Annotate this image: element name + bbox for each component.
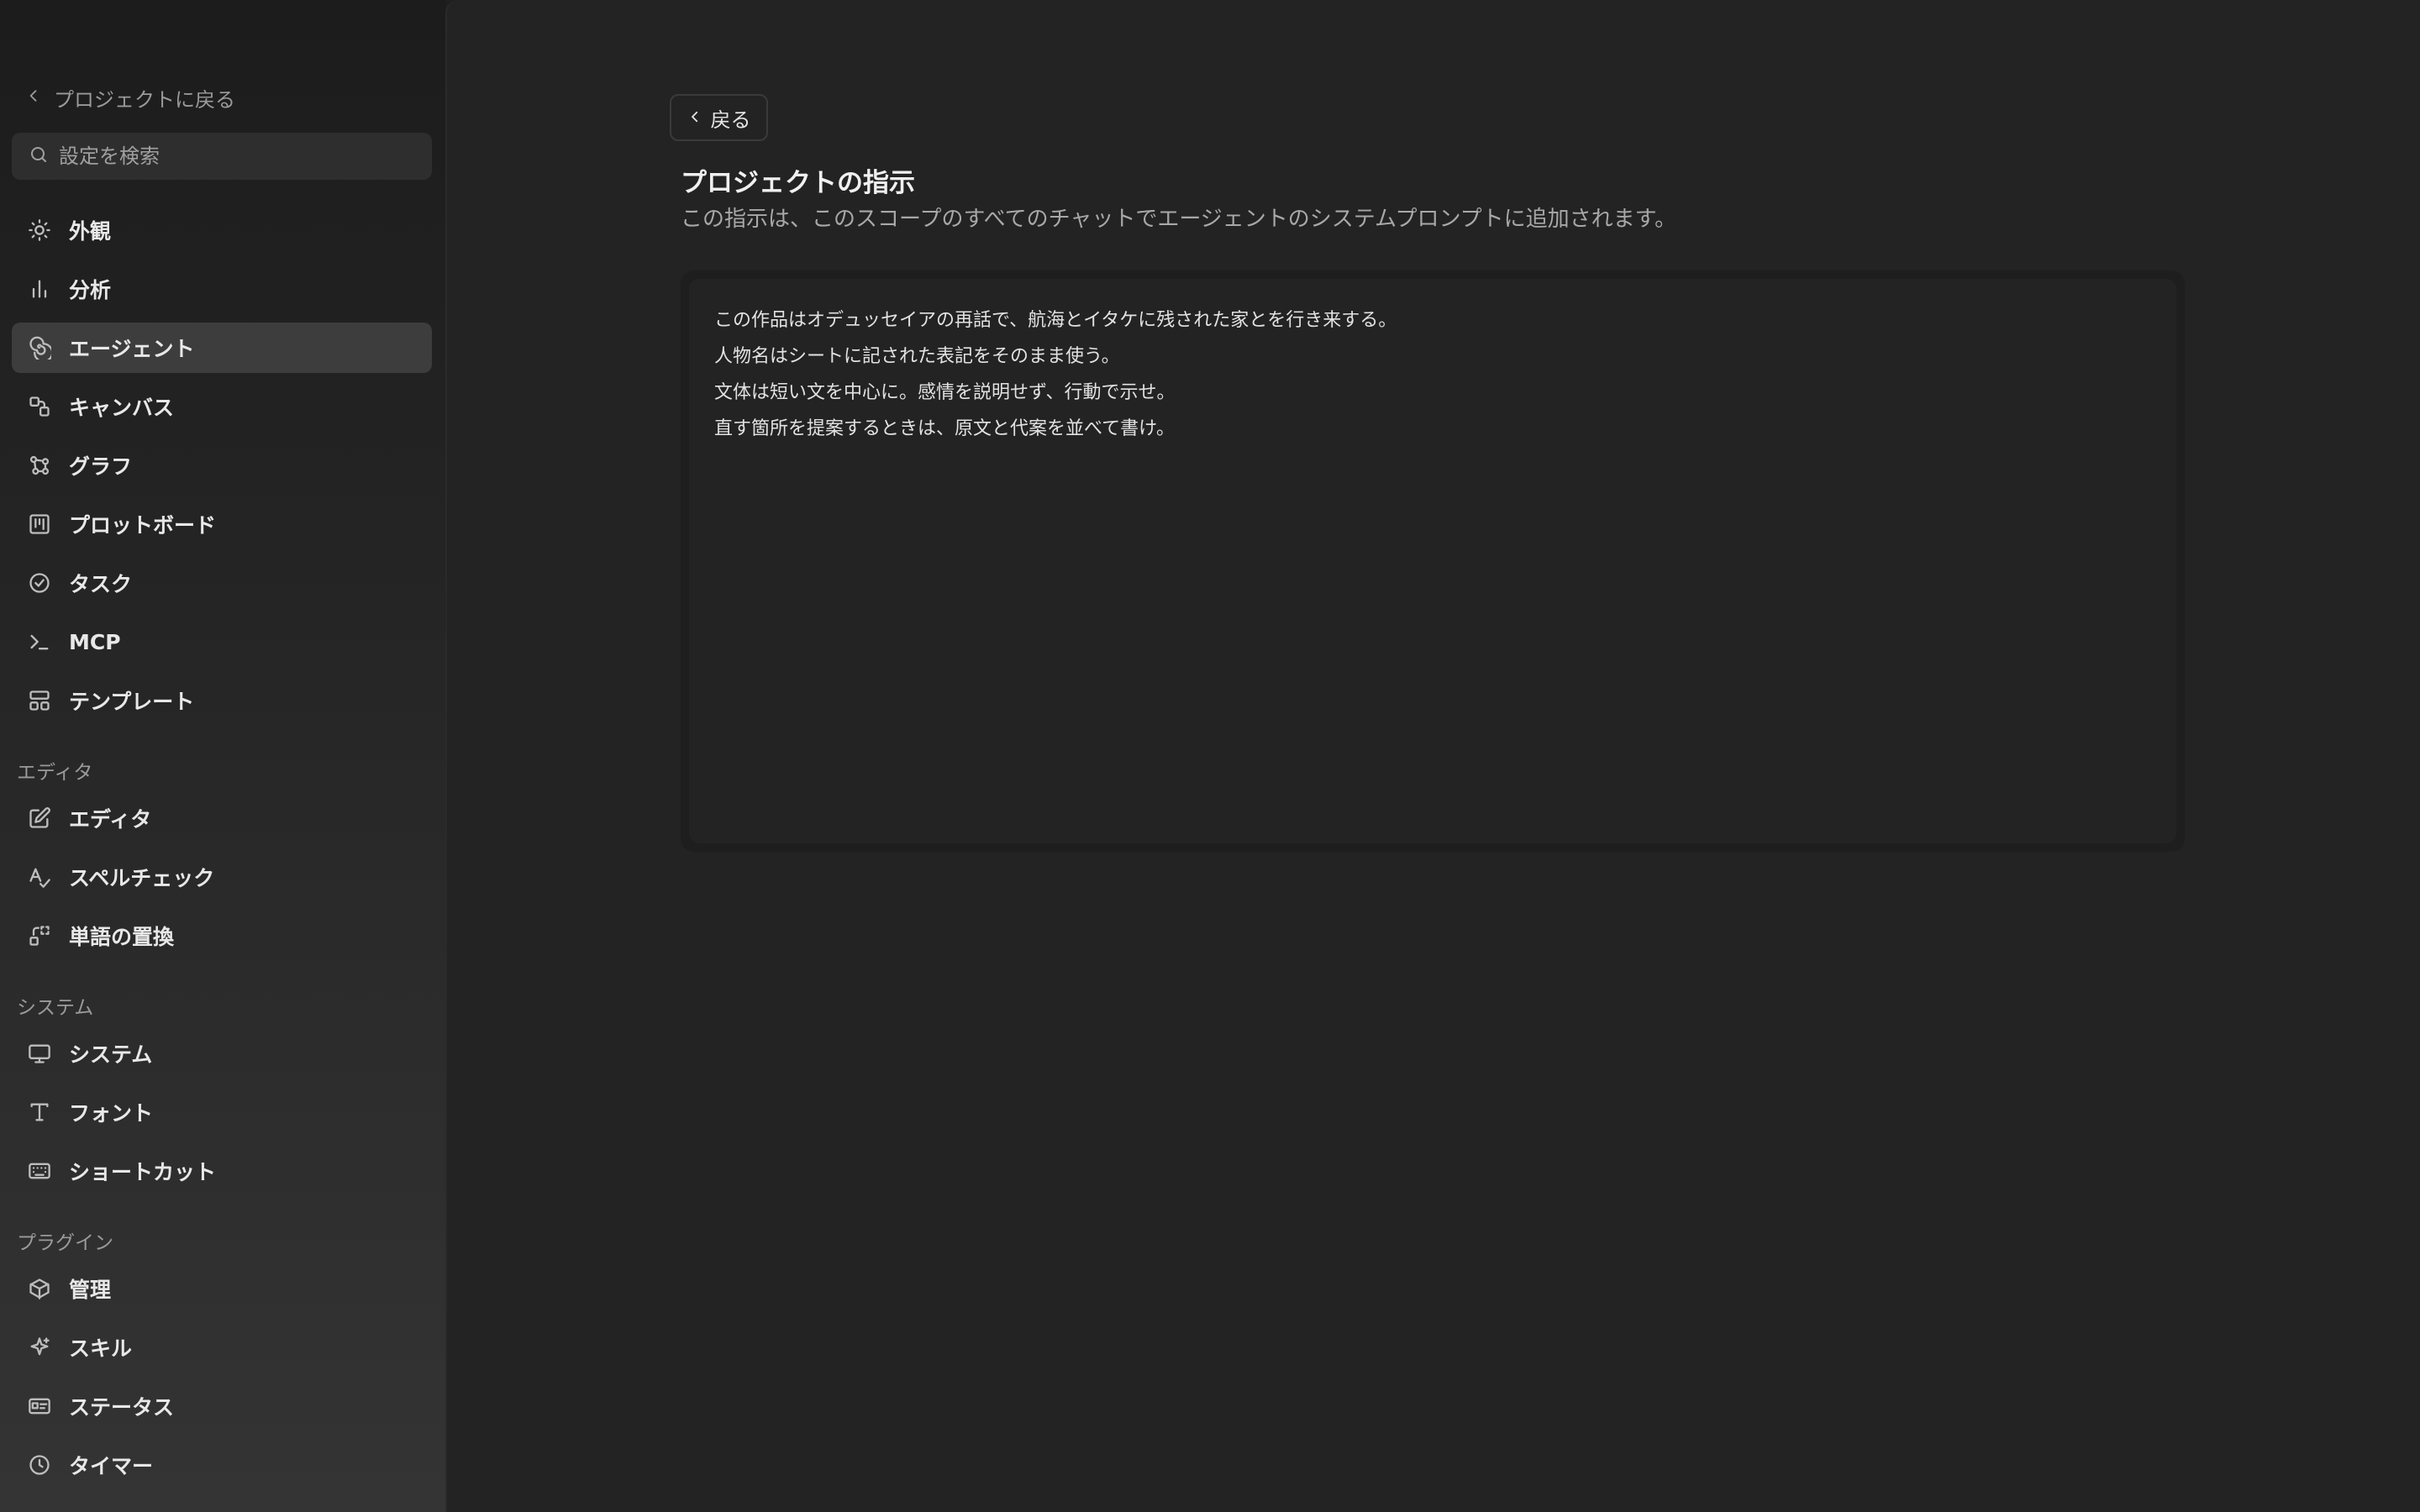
- sidebar-item-label: 分析: [69, 278, 112, 302]
- settings-sidebar: プロジェクトに戻る 外観 分析 エージェント キャンバス グラフ プロットボード…: [0, 0, 445, 1512]
- font-icon: [27, 1100, 52, 1125]
- chevron-left-icon: [25, 86, 42, 109]
- page-description: この指示は、このスコープのすべてのチャットでエージェントのシステムプロンプトに追…: [681, 207, 1677, 232]
- sidebar-item-appearance[interactable]: 外観: [12, 205, 432, 255]
- sparkle-icon: [27, 1335, 52, 1360]
- sidebar-item-tasks[interactable]: タスク: [12, 558, 432, 608]
- section-label-editor: エディタ: [17, 762, 93, 784]
- spellcheck-icon: [27, 864, 52, 890]
- sidebar-item-word-replace[interactable]: 単語の置換: [12, 911, 432, 961]
- sidebar-item-status[interactable]: ステータス: [12, 1381, 432, 1431]
- sidebar-item-manage[interactable]: 管理: [12, 1263, 432, 1314]
- sidebar-item-timer[interactable]: タイマー: [12, 1440, 432, 1490]
- search-icon: [29, 144, 49, 168]
- plotboard-icon: [27, 512, 52, 537]
- canvas-icon: [27, 394, 52, 419]
- section-label-system: システム: [17, 997, 94, 1019]
- sidebar-item-spellcheck[interactable]: スペルチェック: [12, 852, 432, 902]
- template-icon: [27, 688, 52, 713]
- settings-search-input[interactable]: [59, 144, 412, 168]
- instruction-line: 人物名はシートに記された表記をそのまま使う。: [714, 346, 1120, 367]
- instructions-editor[interactable]: この作品はオデュッセイアの再話で、航海とイタケに残された家とを行き来する。 人物…: [689, 279, 2176, 843]
- bar-chart-icon: [27, 276, 52, 302]
- sidebar-item-editor[interactable]: エディタ: [12, 793, 432, 843]
- back-to-project-link[interactable]: プロジェクトに戻る: [25, 81, 235, 114]
- sidebar-item-label: タスク: [69, 572, 133, 596]
- graph-icon: [27, 453, 52, 478]
- id-card-icon: [27, 1394, 52, 1419]
- instruction-line: この作品はオデュッセイアの再話で、航海とイタケに残された家とを行き来する。: [714, 310, 1397, 331]
- check-circle-icon: [27, 570, 52, 596]
- sidebar-item-agent[interactable]: エージェント: [12, 323, 432, 373]
- page-title: プロジェクトの指示: [681, 168, 915, 198]
- sidebar-item-label: 外観: [69, 219, 112, 244]
- instructions-editor-frame: この作品はオデュッセイアの再話で、航海とイタケに残された家とを行き来する。 人物…: [681, 270, 2185, 852]
- sidebar-item-canvas[interactable]: キャンバス: [12, 381, 432, 432]
- sidebar-item-label: ショートカット: [69, 1160, 217, 1184]
- terminal-icon: [27, 629, 52, 654]
- sidebar-item-label: キャンバス: [69, 396, 175, 420]
- monitor-icon: [27, 1041, 52, 1066]
- sidebar-item-label: グラフ: [69, 454, 133, 479]
- section-label-plugins: プラグイン: [17, 1232, 113, 1254]
- sidebar-item-label: スペルチェック: [69, 866, 215, 890]
- sidebar-item-label: スキル: [69, 1336, 133, 1361]
- sidebar-item-fonts[interactable]: フォント: [12, 1087, 432, 1137]
- sidebar-item-label: エディタ: [69, 807, 152, 832]
- back-to-project-label: プロジェクトに戻る: [54, 87, 235, 112]
- sidebar-item-analytics[interactable]: 分析: [12, 264, 432, 314]
- sidebar-item-label: システム: [69, 1042, 153, 1067]
- sidebar-item-label: テンプレート: [69, 690, 195, 714]
- settings-search: [12, 133, 432, 180]
- sidebar-item-label: ステータス: [69, 1395, 175, 1420]
- back-button[interactable]: 戻る: [670, 94, 768, 141]
- spiral-icon: [27, 335, 52, 360]
- sidebar-item-label: MCP: [69, 629, 121, 654]
- sidebar-item-label: フォント: [69, 1101, 154, 1126]
- replace-icon: [27, 923, 52, 948]
- sidebar-item-label: プロットボード: [69, 513, 217, 538]
- sidebar-item-label: タイマー: [69, 1454, 154, 1478]
- back-button-label: 戻る: [710, 108, 751, 132]
- sidebar-item-system[interactable]: システム: [12, 1028, 432, 1079]
- sidebar-item-shortcuts[interactable]: ショートカット: [12, 1146, 432, 1196]
- sidebar-item-label: 管理: [69, 1278, 112, 1302]
- sidebar-item-label: 単語の置換: [69, 925, 175, 949]
- keyboard-icon: [27, 1158, 52, 1184]
- clock-icon: [27, 1452, 52, 1478]
- sidebar-item-templates[interactable]: テンプレート: [12, 675, 432, 726]
- sidebar-item-graph[interactable]: グラフ: [12, 440, 432, 491]
- edit-icon: [27, 806, 52, 831]
- sidebar-item-mcp[interactable]: MCP: [12, 617, 432, 667]
- chevron-left-icon: [687, 106, 702, 129]
- sidebar-item-skills[interactable]: スキル: [12, 1322, 432, 1373]
- sun-icon: [27, 218, 52, 243]
- instruction-line: 直す箇所を提案するときは、原文と代案を並べて書け。: [714, 418, 1176, 439]
- instruction-line: 文体は短い文を中心に。感情を説明せず、行動で示せ。: [714, 382, 1176, 403]
- box-icon: [27, 1276, 52, 1301]
- sidebar-item-plotboard[interactable]: プロットボード: [12, 499, 432, 549]
- sidebar-item-label: エージェント: [69, 337, 195, 361]
